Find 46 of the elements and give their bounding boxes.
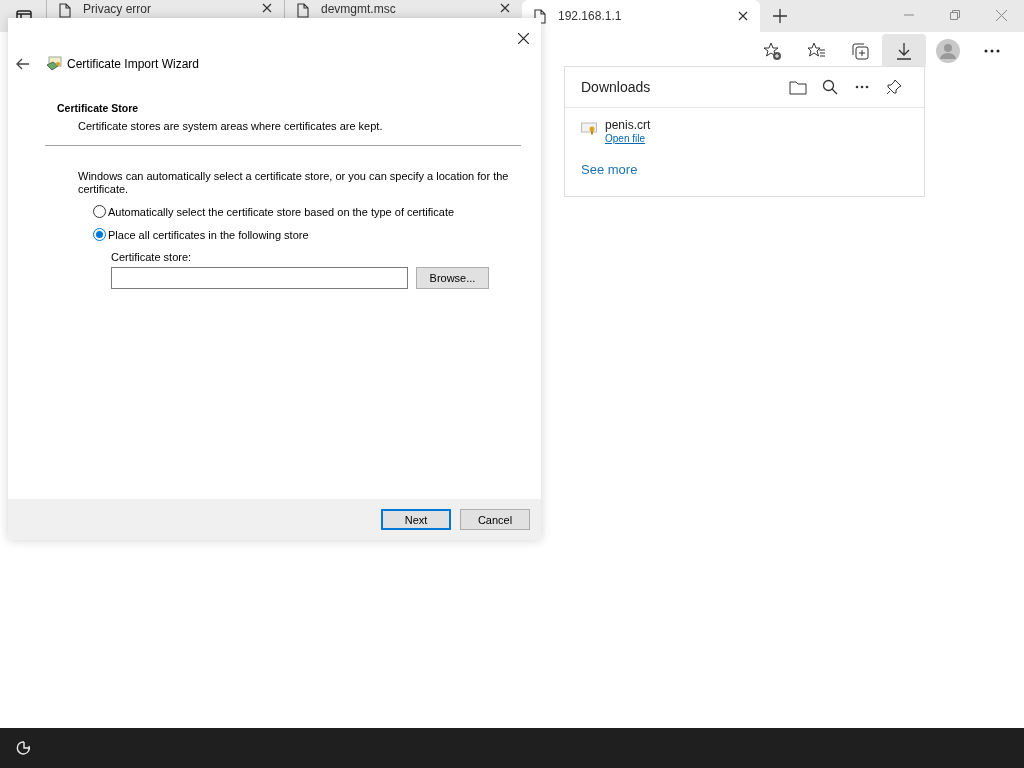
search-icon — [822, 79, 838, 95]
close-tab-icon[interactable] — [738, 11, 748, 21]
tab-title: 192.168.1.1 — [558, 9, 623, 23]
instruction-text: Windows can automatically select a certificate store, or you can specify a location for the certificate. — [78, 170, 510, 196]
next-button[interactable]: Next — [381, 509, 451, 530]
close-icon — [518, 33, 529, 44]
close-button[interactable] — [516, 31, 531, 46]
pin-icon — [886, 79, 902, 95]
collections-icon — [850, 41, 870, 61]
certificate-file-icon — [581, 121, 597, 135]
close-tab-icon[interactable] — [262, 3, 272, 13]
more-icon — [855, 85, 869, 89]
download-icon — [895, 42, 913, 60]
avatar-icon — [936, 39, 960, 63]
folder-icon — [789, 79, 807, 95]
field-label: Certificate store: — [111, 251, 193, 263]
radio-button[interactable] — [93, 228, 106, 241]
certificate-icon — [46, 56, 62, 72]
open-file-link[interactable]: Open file — [605, 133, 651, 144]
radio-button[interactable] — [93, 205, 106, 218]
plus-icon — [773, 9, 787, 23]
close-icon — [995, 9, 1007, 21]
browse-button[interactable]: Browse... — [416, 267, 489, 289]
radio-label[interactable]: Place all certificates in the following store — [108, 228, 309, 241]
certificate-store-field[interactable] — [111, 267, 408, 289]
page-icon — [297, 3, 309, 18]
cancel-button[interactable]: Cancel — [460, 509, 530, 530]
back-button[interactable] — [14, 56, 32, 72]
page-icon — [59, 3, 71, 18]
power-icon[interactable] — [16, 740, 32, 756]
tab-title: Privacy error — [83, 3, 152, 15]
downloads-button[interactable] — [882, 34, 926, 68]
back-arrow-icon — [16, 58, 30, 70]
radio-label[interactable]: Automatically select the certificate store based on the type of certificate — [108, 205, 455, 218]
restore-icon — [950, 10, 960, 20]
star-plus-icon — [762, 41, 782, 61]
more-icon — [984, 49, 1000, 53]
panel-title: Downloads — [581, 79, 652, 95]
section-heading: Certificate Store — [57, 102, 140, 114]
section-description: Certificate stores are system areas where certificates are kept. — [78, 120, 384, 132]
tab-title: devmgmt.msc — [321, 3, 397, 15]
file-name: penis.crt — [605, 118, 651, 132]
browser-tab[interactable]: 192.168.1.1 — [522, 0, 760, 32]
window-title: Certificate Import Wizard — [67, 57, 200, 71]
see-more-link[interactable]: See more — [581, 162, 638, 177]
close-tab-icon[interactable] — [500, 3, 510, 13]
